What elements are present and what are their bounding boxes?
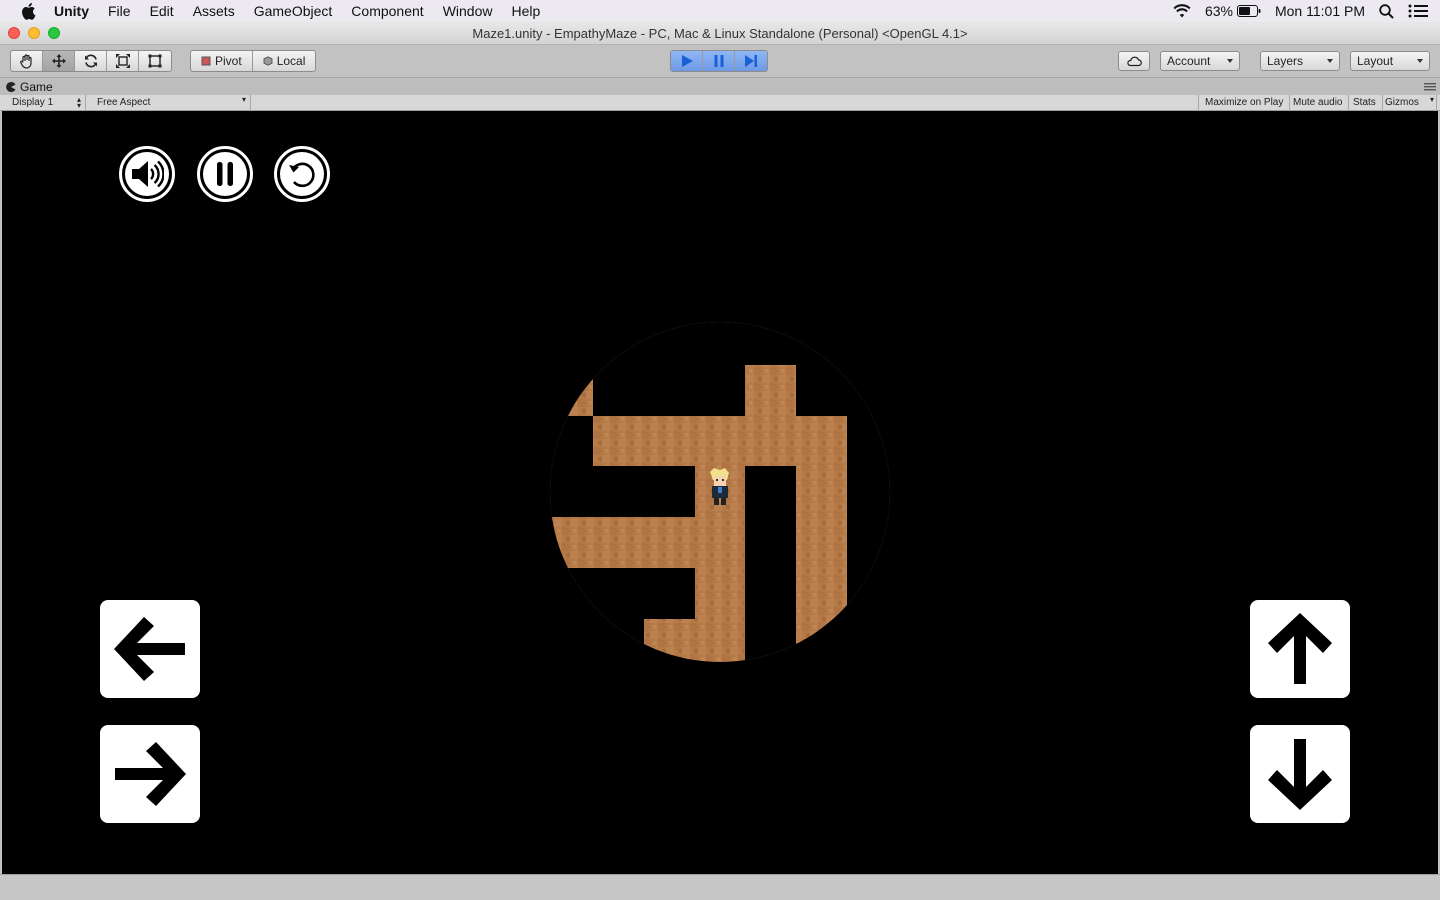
window-title: Maze1.unity - EmpathyMaze - PC, Mac & Li… <box>472 26 968 41</box>
pivot-toggle-button[interactable]: Pivot <box>191 51 253 71</box>
transform-tools <box>10 50 172 72</box>
battery-percent: 63% <box>1204 3 1233 19</box>
tab-game[interactable]: Game <box>6 78 53 95</box>
pause-icon <box>714 55 723 67</box>
chevron-down-icon: ▾ <box>241 95 246 104</box>
layout-label: Layout <box>1357 54 1394 68</box>
layers-label: Layers <box>1267 54 1304 68</box>
menu-assets[interactable]: Assets <box>193 0 235 22</box>
chevron-down-icon <box>1417 59 1423 63</box>
maximize-on-play-toggle[interactable]: Maximize on Play <box>1198 95 1291 111</box>
play-icon <box>681 55 693 67</box>
arrow-down-icon <box>1268 739 1332 810</box>
maze-spotlight <box>550 322 890 662</box>
game-pacman-icon <box>6 81 16 92</box>
game-viewport[interactable] <box>2 111 1438 874</box>
apple-icon[interactable] <box>20 0 38 22</box>
play-button[interactable] <box>671 51 703 71</box>
collab-cloud-button[interactable] <box>1118 51 1150 71</box>
move-arrows-icon <box>51 54 66 68</box>
aspect-select[interactable]: Free Aspect ▾ <box>91 95 251 111</box>
hand-tool-button[interactable] <box>11 51 43 71</box>
scale-tool-button[interactable] <box>107 51 139 71</box>
move-tool-button[interactable] <box>43 51 75 71</box>
layout-dropdown[interactable]: Layout <box>1350 51 1430 71</box>
arrow-up-icon <box>1268 613 1332 684</box>
rotate-tool-button[interactable] <box>75 51 107 71</box>
menu-app-unity[interactable]: Unity <box>54 0 89 22</box>
mute-audio-toggle[interactable]: Mute audio <box>1287 95 1350 111</box>
step-button[interactable] <box>735 51 767 71</box>
gizmos-dropdown[interactable]: Gizmos ▾ <box>1379 95 1437 111</box>
move-down-button[interactable] <box>1250 725 1350 823</box>
menu-gameobject[interactable]: GameObject <box>254 0 333 22</box>
window-title-bar: Maze1.unity - EmpathyMaze - PC, Mac & Li… <box>0 22 1440 45</box>
arrow-left-icon <box>114 617 185 681</box>
move-right-button[interactable] <box>100 725 200 823</box>
account-dropdown[interactable]: Account <box>1160 51 1240 71</box>
arrow-right-icon <box>115 742 186 806</box>
display-select[interactable]: Display 1 ▴ ▾ <box>6 95 86 111</box>
scale-icon <box>115 54 130 68</box>
aspect-select-value: Free Aspect <box>97 97 151 108</box>
account-label: Account <box>1167 54 1211 68</box>
game-tab-bar: Game <box>0 78 1440 95</box>
panel-menu-icon[interactable] <box>1424 83 1436 91</box>
rect-transform-icon <box>148 54 162 68</box>
menu-component[interactable]: Component <box>351 0 423 22</box>
editor-status-bar <box>0 874 1440 900</box>
unity-toolbar: Pivot Local Account Layers Layout <box>0 45 1440 78</box>
gizmos-label: Gizmos <box>1385 97 1419 108</box>
playback-controls <box>670 50 768 72</box>
menu-help[interactable]: Help <box>511 0 540 22</box>
local-cube-icon <box>263 56 273 66</box>
chevron-down-icon: ▾ <box>1429 95 1434 104</box>
pivot-icon <box>201 56 211 66</box>
menu-file[interactable]: File <box>108 0 131 22</box>
chevron-down-icon <box>1227 59 1233 63</box>
menu-extras: 63% Mon 11:01 PM <box>1173 0 1440 22</box>
wifi-icon[interactable] <box>1173 4 1191 18</box>
game-options-bar: Display 1 ▴ ▾ Free Aspect ▾ Maximize on P… <box>0 95 1440 111</box>
menu-window[interactable]: Window <box>443 0 493 22</box>
chevron-down-icon <box>1327 59 1333 63</box>
pivot-label: Pivot <box>215 54 242 68</box>
pause-button[interactable] <box>703 51 735 71</box>
rect-tool-button[interactable] <box>139 51 171 71</box>
pivot-local-toggles: Pivot Local <box>190 50 317 72</box>
menu-edit[interactable]: Edit <box>150 0 174 22</box>
hand-icon <box>19 54 32 69</box>
move-up-button[interactable] <box>1250 600 1350 698</box>
step-forward-icon <box>745 55 757 67</box>
cloud-icon <box>1127 56 1142 67</box>
macos-menu-bar: Unity File Edit Assets GameObject Compon… <box>0 0 1440 22</box>
local-label: Local <box>276 54 306 68</box>
battery-icon[interactable] <box>1236 5 1261 17</box>
rotate-icon <box>84 54 97 68</box>
display-select-value: Display 1 <box>12 97 54 108</box>
spotlight-search-icon[interactable] <box>1379 3 1394 19</box>
updown-chevron-icon: ▴ ▾ <box>76 95 81 110</box>
layers-dropdown[interactable]: Layers <box>1260 51 1340 71</box>
notification-center-icon[interactable] <box>1408 4 1428 18</box>
move-left-button[interactable] <box>100 600 200 698</box>
local-toggle-button[interactable]: Local <box>253 51 316 71</box>
clock[interactable]: Mon 11:01 PM <box>1275 3 1365 19</box>
stats-toggle[interactable]: Stats <box>1347 95 1383 111</box>
tab-game-label: Game <box>20 79 53 94</box>
